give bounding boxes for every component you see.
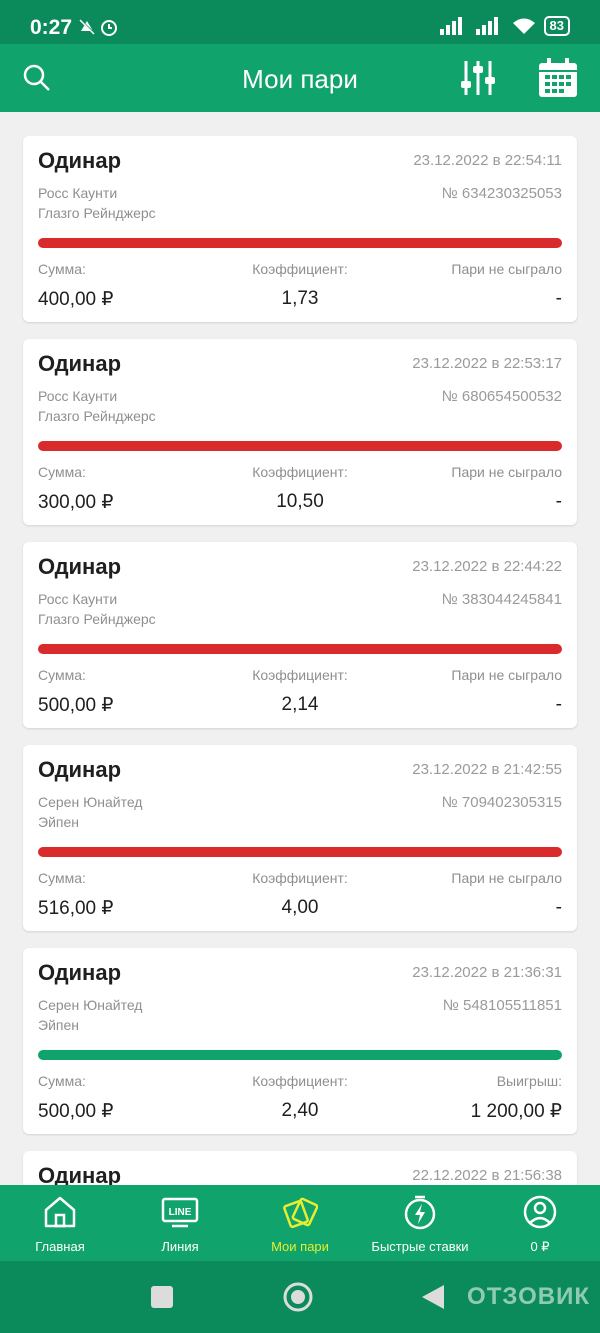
bet-card[interactable]: Одинар 23.12.2022 в 21:36:31 Серен Юнайт… [23,948,577,1134]
bet-card[interactable]: Одинар 23.12.2022 в 21:42:55 Серен Юнайт… [23,745,577,931]
team-home: Росс Каунти [38,388,118,404]
nav-label: 0 ₽ [530,1239,550,1254]
result-label: Пари не сыграло [451,464,562,480]
bet-date: 23.12.2022 в 21:42:55 [412,761,562,778]
bet-type: Одинар [38,351,122,376]
coef-label: Коэффициент: [252,1073,348,1089]
nav-my-bets[interactable]: Мои пари [240,1185,360,1261]
signal-icon [475,17,498,35]
app-bar: Мои пари [0,44,600,112]
recents-button[interactable] [150,1285,174,1309]
signal-icon [439,17,462,35]
status-right: 83 [439,16,570,36]
bet-number: № 709402305315 [441,794,562,811]
line-badge: LINE [169,1207,192,1218]
status-bar-indicator [38,1050,562,1060]
result-value: - [555,288,562,309]
status-bar: 0:27 83 [0,0,600,44]
team-home: Росс Каунти [38,591,118,607]
coef-value: 4,00 [281,897,319,918]
bet-type: Одинар [38,960,122,985]
team-home: Серен Юнайтед [38,794,143,810]
bet-number: № 548105511851 [442,997,562,1014]
coef-value: 2,14 [281,694,319,715]
calendar-icon[interactable] [538,58,578,98]
lightning-timer-icon [403,1193,437,1231]
nav-label: Главная [35,1239,85,1254]
nav-label: Линия [161,1239,199,1254]
nav-line[interactable]: LINE Линия [120,1185,240,1261]
filter-sliders-icon[interactable] [458,58,498,98]
user-icon [522,1193,558,1231]
tickets-icon [282,1193,318,1231]
back-button[interactable] [420,1283,446,1311]
result-value: - [555,491,562,512]
coef-value: 10,50 [276,491,324,512]
watermark-logo: ОТЗОВИК [467,1283,590,1310]
result-label: Выигрыш: [496,1073,562,1089]
bet-card[interactable]: Одинар 23.12.2022 в 22:44:22 Росс Каунти… [23,542,577,728]
bet-date: 23.12.2022 в 22:53:17 [412,355,562,372]
status-bar-indicator [38,238,562,248]
wifi-icon [512,18,535,34]
bet-type: Одинар [38,554,122,579]
team-away: Глазго Рейнджерс [38,205,156,221]
status-notification-icons [78,17,120,42]
nav-fast-bets[interactable]: Быстрые ставки [360,1185,480,1261]
home-button[interactable] [282,1281,314,1313]
team-away: Эйпен [38,1017,79,1033]
nav-label: Быстрые ставки [371,1239,469,1254]
status-bar-indicator [38,441,562,451]
team-home: Росс Каунти [38,185,118,201]
nav-balance[interactable]: 0 ₽ [480,1185,600,1261]
line-icon: LINE [160,1193,200,1231]
team-home: Серен Юнайтед [38,997,143,1013]
mute-alarm-icon [78,18,117,36]
team-away: Глазго Рейнджерс [38,408,156,424]
coef-value: 1,73 [281,288,319,309]
bet-number: № 383044245841 [441,591,562,608]
system-nav-bar: ОТЗОВИК [0,1261,600,1333]
bottom-nav: Главная LINE Линия Мои пари Быстрые став… [0,1185,600,1261]
status-bar-indicator [38,847,562,857]
bet-card[interactable]: Одинар 23.12.2022 в 22:53:17 Росс Каунти… [23,339,577,525]
bet-type: Одинар [38,148,122,173]
nav-label: Мои пари [271,1239,329,1254]
result-value: - [555,694,562,715]
home-icon [43,1193,77,1231]
bet-card[interactable]: Одинар 23.12.2022 в 22:54:11 Росс Каунти… [23,136,577,322]
bet-date: 23.12.2022 в 22:54:11 [413,152,562,169]
bet-date: 23.12.2022 в 21:36:31 [412,964,562,981]
bet-number: № 680654500532 [441,388,562,405]
result-value: - [555,897,562,918]
nav-home[interactable]: Главная [0,1185,120,1261]
bet-number: № 634230325053 [441,185,562,202]
result-label: Пари не сыграло [451,667,562,683]
bet-type: Одинар [38,757,122,782]
team-away: Эйпен [38,814,79,830]
status-time: 0:27 [30,16,73,39]
result-label: Пари не сыграло [451,870,562,886]
result-value: 1 200,00 ₽ [470,1101,562,1122]
status-bar-indicator [38,644,562,654]
team-away: Глазго Рейнджерс [38,611,156,627]
battery-indicator: 83 [543,16,570,36]
bet-date: 23.12.2022 в 22:44:22 [412,558,562,575]
bet-date: 22.12.2022 в 21:56:38 [412,1167,562,1184]
page-title: Мои пари [242,64,358,94]
result-label: Пари не сыграло [451,261,562,277]
